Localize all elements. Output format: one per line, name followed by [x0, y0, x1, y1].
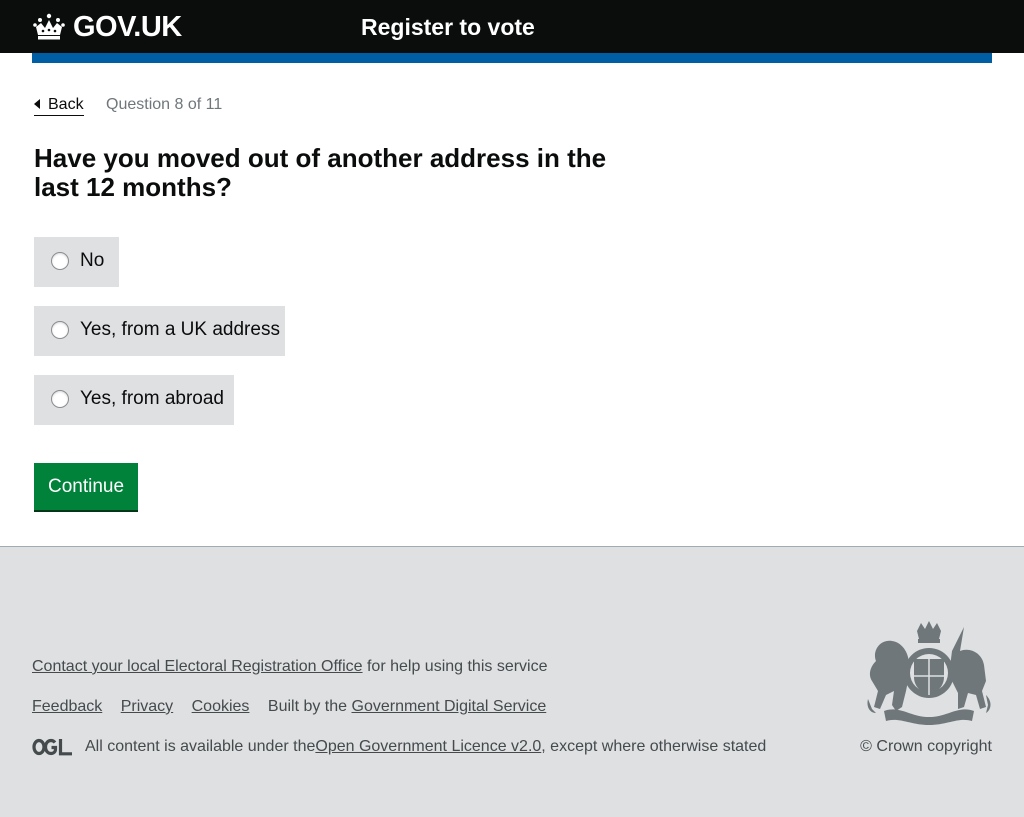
- radio-option-yes-abroad[interactable]: Yes, from abroad: [34, 375, 234, 425]
- radio-button[interactable]: [51, 321, 69, 339]
- gds-link[interactable]: Government Digital Service: [352, 698, 547, 715]
- contact-suffix: for help using this service: [362, 658, 548, 675]
- radio-label: Yes, from a UK address: [80, 319, 280, 340]
- continue-button[interactable]: Continue: [34, 463, 138, 510]
- site-header: GOV.UK Register to vote: [0, 0, 1024, 53]
- govuk-logo-text: GOV.UK: [73, 11, 182, 43]
- crown-copyright[interactable]: © Crown copyright: [860, 737, 992, 757]
- ogl-licence-link[interactable]: Open Government Licence v2.0: [315, 737, 541, 757]
- question-heading: Have you moved out of another address in…: [34, 143, 607, 202]
- radio-option-yes-uk[interactable]: Yes, from a UK address: [34, 306, 285, 356]
- privacy-link[interactable]: Privacy: [121, 698, 173, 715]
- back-arrow-icon: [34, 99, 40, 109]
- ogl-logo-icon: [32, 738, 72, 756]
- site-footer: Contact your local Electoral Registratio…: [0, 546, 1024, 817]
- contact-ero-link[interactable]: Contact your local Electoral Registratio…: [32, 658, 363, 675]
- feedback-link[interactable]: Feedback: [32, 698, 102, 715]
- govuk-logo-link[interactable]: GOV.UK: [32, 11, 182, 43]
- footer-licence: All content is available under the Open …: [32, 737, 766, 757]
- radio-option-no[interactable]: No: [34, 237, 119, 287]
- built-by-text: Built by the: [267, 698, 352, 715]
- back-link[interactable]: Back: [34, 94, 84, 116]
- cookies-link[interactable]: Cookies: [192, 698, 250, 715]
- royal-coat-of-arms-icon: [867, 621, 991, 725]
- radio-button[interactable]: [51, 390, 69, 408]
- radio-label: Yes, from abroad: [80, 388, 224, 409]
- radio-button[interactable]: [51, 252, 69, 270]
- radio-label: No: [80, 250, 105, 271]
- back-link-label: Back: [48, 96, 84, 113]
- header-accent-bar: [32, 53, 992, 63]
- crown-icon: [33, 13, 65, 40]
- question-progress: Question 8 of 11: [106, 96, 223, 113]
- service-name-link[interactable]: Register to vote: [361, 13, 535, 41]
- footer-links: Feedback Privacy Cookies Built by the Go…: [32, 697, 546, 717]
- footer-contact: Contact your local Electoral Registratio…: [32, 657, 548, 677]
- licence-suffix: , except where otherwise stated: [541, 738, 767, 755]
- licence-prefix: All content is available under the: [85, 738, 316, 755]
